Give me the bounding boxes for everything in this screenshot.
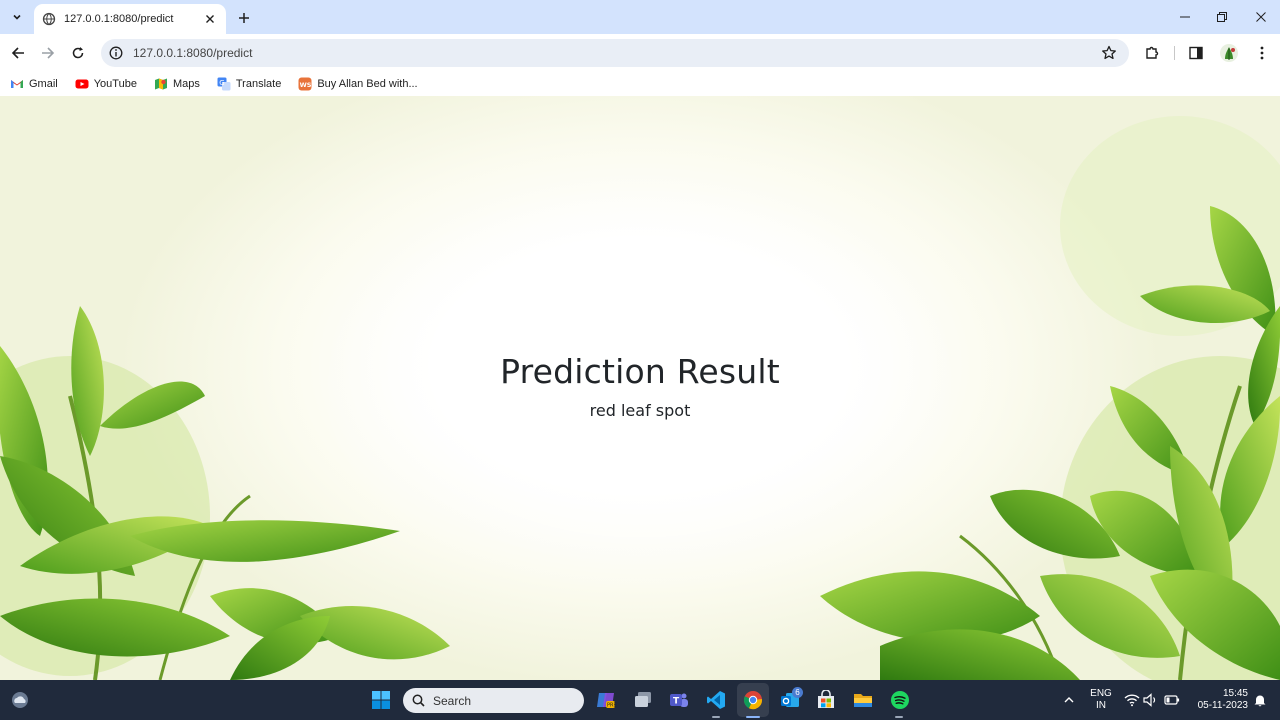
close-icon bbox=[206, 15, 214, 23]
taskbar-teams[interactable]: T bbox=[667, 688, 691, 712]
back-button[interactable] bbox=[6, 41, 30, 65]
store-icon bbox=[818, 690, 834, 708]
widgets-button[interactable] bbox=[8, 688, 32, 712]
teams-icon: T bbox=[670, 693, 688, 707]
task-view-icon bbox=[635, 692, 651, 707]
chrome-active-indicator bbox=[746, 716, 760, 718]
chrome-icon bbox=[743, 691, 762, 710]
bookmark-allan-bed[interactable]: WS Buy Allan Bed with... bbox=[298, 74, 418, 94]
tray-battery[interactable] bbox=[1160, 688, 1184, 712]
browser-menu-button[interactable] bbox=[1252, 43, 1272, 63]
translate-icon: G bbox=[217, 77, 231, 91]
page-viewport: Prediction Result red leaf spot bbox=[0, 96, 1280, 680]
taskbar-vscode[interactable] bbox=[704, 688, 728, 712]
browser-titlebar: 127.0.0.1:8080/predict bbox=[0, 0, 1280, 34]
site-info-icon[interactable] bbox=[109, 46, 123, 60]
spotify-icon bbox=[891, 691, 909, 709]
kebab-menu-icon bbox=[1260, 46, 1264, 60]
vscode-icon bbox=[707, 691, 725, 709]
browser-toolbar: 127.0.0.1:8080/predict bbox=[0, 34, 1280, 72]
taskbar-store[interactable] bbox=[814, 688, 838, 712]
search-icon bbox=[412, 694, 425, 707]
arrow-right-icon bbox=[42, 47, 55, 59]
youtube-icon bbox=[75, 77, 89, 91]
page-title: Prediction Result bbox=[500, 352, 780, 391]
bookmark-star-icon[interactable] bbox=[1101, 45, 1117, 61]
reload-button[interactable] bbox=[66, 41, 90, 65]
folder-icon bbox=[854, 694, 872, 707]
bookmarks-bar: Gmail YouTube Maps G Translate WS Buy Al… bbox=[0, 72, 1280, 96]
reload-icon bbox=[72, 47, 84, 59]
wifi-icon bbox=[1124, 694, 1140, 707]
browser-tab-active[interactable]: 127.0.0.1:8080/predict bbox=[34, 4, 226, 34]
tab-search-button[interactable] bbox=[6, 6, 28, 28]
ws-icon: WS bbox=[298, 77, 312, 91]
bell-icon bbox=[1254, 695, 1266, 707]
puzzle-icon bbox=[1146, 46, 1159, 59]
taskbar-task-view[interactable] bbox=[631, 688, 655, 712]
bookmark-maps[interactable]: Maps bbox=[154, 74, 200, 94]
minimize-icon bbox=[1180, 16, 1190, 18]
side-panel-icon bbox=[1189, 46, 1203, 60]
prediction-value: red leaf spot bbox=[589, 401, 691, 420]
svg-text:WS: WS bbox=[300, 81, 312, 89]
taskbar-file-explorer[interactable] bbox=[851, 688, 875, 712]
weather-cloud-icon bbox=[12, 692, 28, 708]
copilot-icon: PRE bbox=[597, 693, 617, 709]
window-close-button[interactable] bbox=[1247, 6, 1275, 28]
profile-avatar[interactable] bbox=[1219, 43, 1239, 63]
taskbar-search-box[interactable]: Search bbox=[403, 688, 584, 713]
windows-logo-icon bbox=[372, 691, 390, 709]
outlook-notification-badge: 6 bbox=[792, 687, 803, 698]
bookmark-translate[interactable]: G Translate bbox=[217, 74, 281, 94]
start-button[interactable] bbox=[369, 688, 393, 712]
bookmark-youtube[interactable]: YouTube bbox=[75, 74, 137, 94]
close-icon bbox=[1256, 12, 1266, 22]
arrow-left-icon bbox=[11, 47, 24, 59]
toolbar-separator bbox=[1174, 46, 1175, 60]
chevron-down-icon bbox=[13, 14, 21, 20]
minimize-button[interactable] bbox=[1171, 6, 1199, 28]
bookmark-gmail[interactable]: Gmail bbox=[10, 74, 58, 94]
tab-title: 127.0.0.1:8080/predict bbox=[64, 13, 174, 25]
side-panel-button[interactable] bbox=[1186, 43, 1206, 63]
spotify-running-indicator bbox=[895, 716, 903, 718]
forward-button[interactable] bbox=[36, 41, 60, 65]
taskbar-clock[interactable]: 15:45 05-11-2023 bbox=[1188, 688, 1248, 712]
svg-text:G: G bbox=[219, 79, 224, 87]
vscode-running-indicator bbox=[712, 716, 720, 718]
globe-icon bbox=[42, 12, 56, 26]
restore-icon bbox=[1217, 12, 1227, 22]
new-tab-button[interactable] bbox=[234, 8, 254, 28]
restore-button[interactable] bbox=[1208, 6, 1236, 28]
taskbar-chrome[interactable] bbox=[741, 688, 765, 712]
taskbar-spotify[interactable] bbox=[888, 688, 912, 712]
chevron-up-icon bbox=[1064, 697, 1074, 703]
language-indicator[interactable]: ENG IN bbox=[1086, 688, 1116, 712]
svg-text:PRE: PRE bbox=[607, 703, 617, 709]
svg-text:T: T bbox=[673, 697, 680, 707]
address-url[interactable]: 127.0.0.1:8080/predict bbox=[133, 46, 252, 60]
taskbar-copilot[interactable]: PRE bbox=[594, 688, 618, 712]
tray-overflow-button[interactable] bbox=[1057, 688, 1081, 712]
plus-icon bbox=[239, 13, 249, 23]
maps-icon bbox=[154, 77, 168, 91]
avatar-icon bbox=[1220, 44, 1238, 62]
extensions-button[interactable] bbox=[1142, 43, 1162, 63]
tab-close-button[interactable] bbox=[202, 11, 218, 27]
notifications-button[interactable] bbox=[1248, 688, 1272, 712]
speaker-icon bbox=[1143, 693, 1156, 707]
address-bar[interactable]: 127.0.0.1:8080/predict bbox=[101, 39, 1129, 67]
gmail-icon bbox=[10, 77, 24, 91]
prediction-result-panel: Prediction Result red leaf spot bbox=[0, 352, 1280, 420]
battery-icon bbox=[1164, 695, 1180, 705]
windows-taskbar: Search PRE T 6 ENG IN 15:45 05-11-2023 bbox=[0, 680, 1280, 720]
